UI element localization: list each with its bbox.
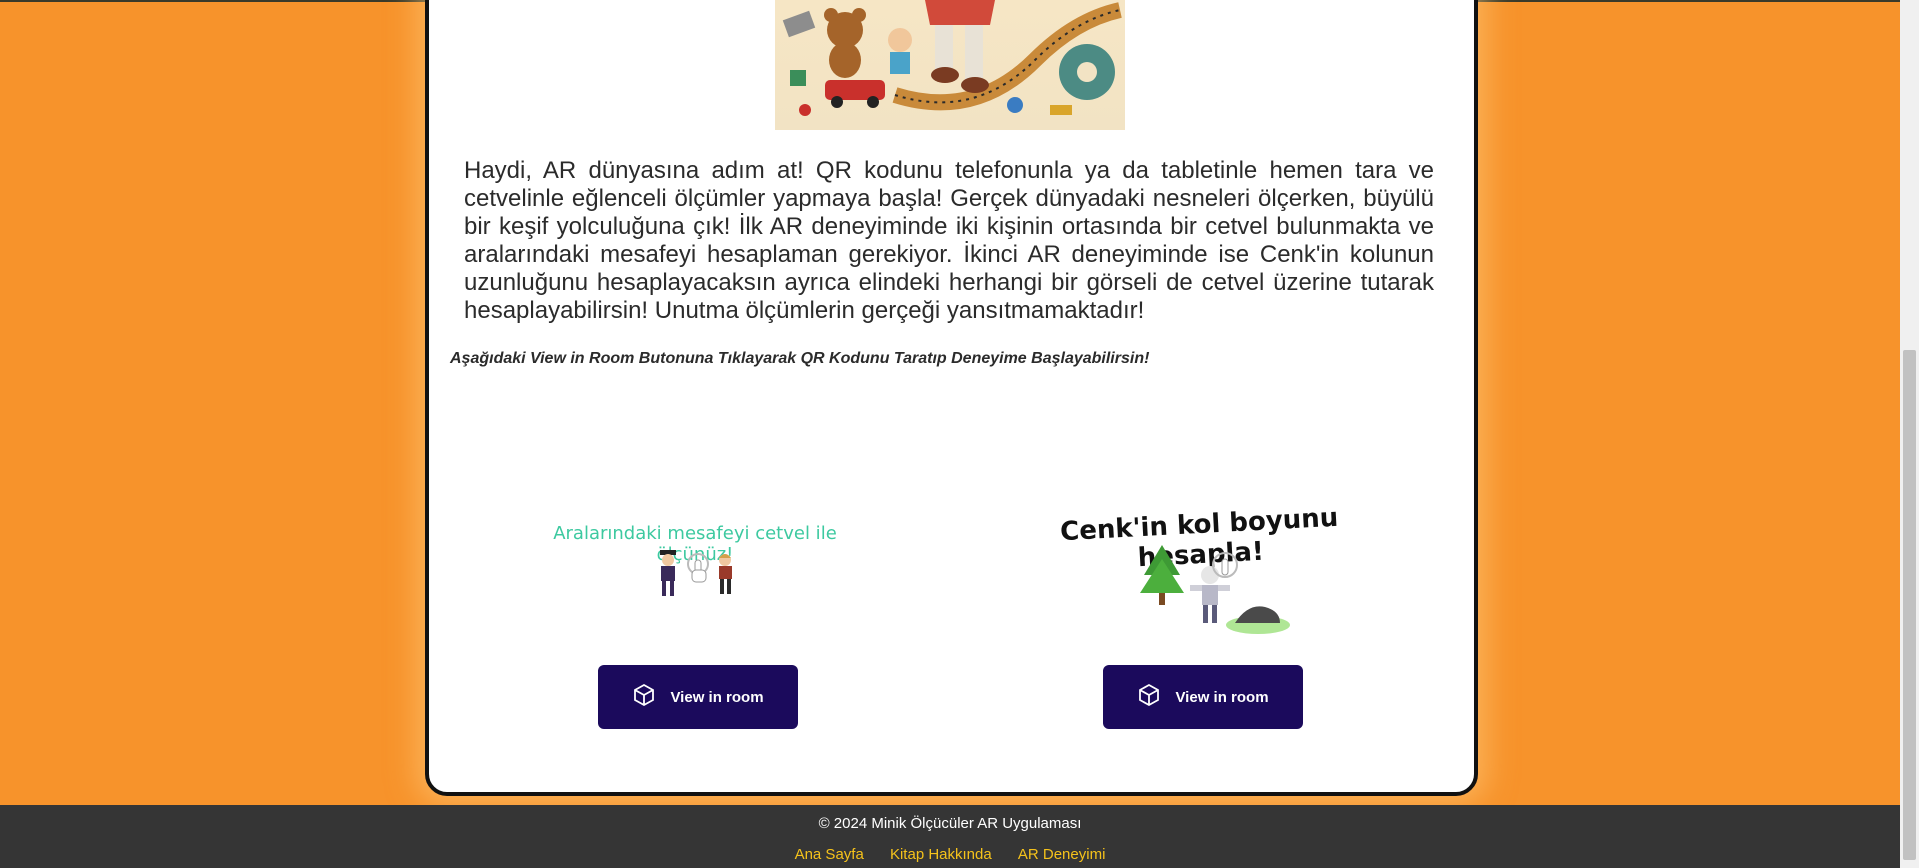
- view-in-room-label-1: View in room: [670, 688, 764, 706]
- description-paragraph: Haydi, AR dünyasına adım at! QR kodunu t…: [464, 157, 1434, 324]
- experience-1-scene: [650, 548, 750, 608]
- cube-icon: [1137, 683, 1161, 711]
- instruction-text: Aşağıdaki View in Room Butonuna Tıklayar…: [450, 350, 1150, 367]
- footer-links: Ana Sayfa Kitap Hakkında AR Deneyimi: [0, 846, 1900, 863]
- view-in-room-button-1[interactable]: View in room: [598, 665, 798, 729]
- view-in-room-label-2: View in room: [1175, 688, 1269, 706]
- footer-link-book-about[interactable]: Kitap Hakkında: [890, 846, 992, 863]
- hero-illustration: [775, 0, 1125, 130]
- vertical-scrollbar[interactable]: [1900, 0, 1919, 868]
- experience-2-scene: [1140, 545, 1290, 640]
- footer: © 2024 Minik Ölçücüler AR Uygulaması Ana…: [0, 805, 1900, 868]
- footer-link-ar-experience[interactable]: AR Deneyimi: [1018, 846, 1106, 863]
- footer-copyright: © 2024 Minik Ölçücüler AR Uygulaması: [818, 815, 1082, 832]
- scrollbar-thumb[interactable]: [1903, 350, 1916, 860]
- cube-icon: [632, 683, 656, 711]
- footer-link-home[interactable]: Ana Sayfa: [795, 846, 864, 863]
- view-in-room-button-2[interactable]: View in room: [1103, 665, 1303, 729]
